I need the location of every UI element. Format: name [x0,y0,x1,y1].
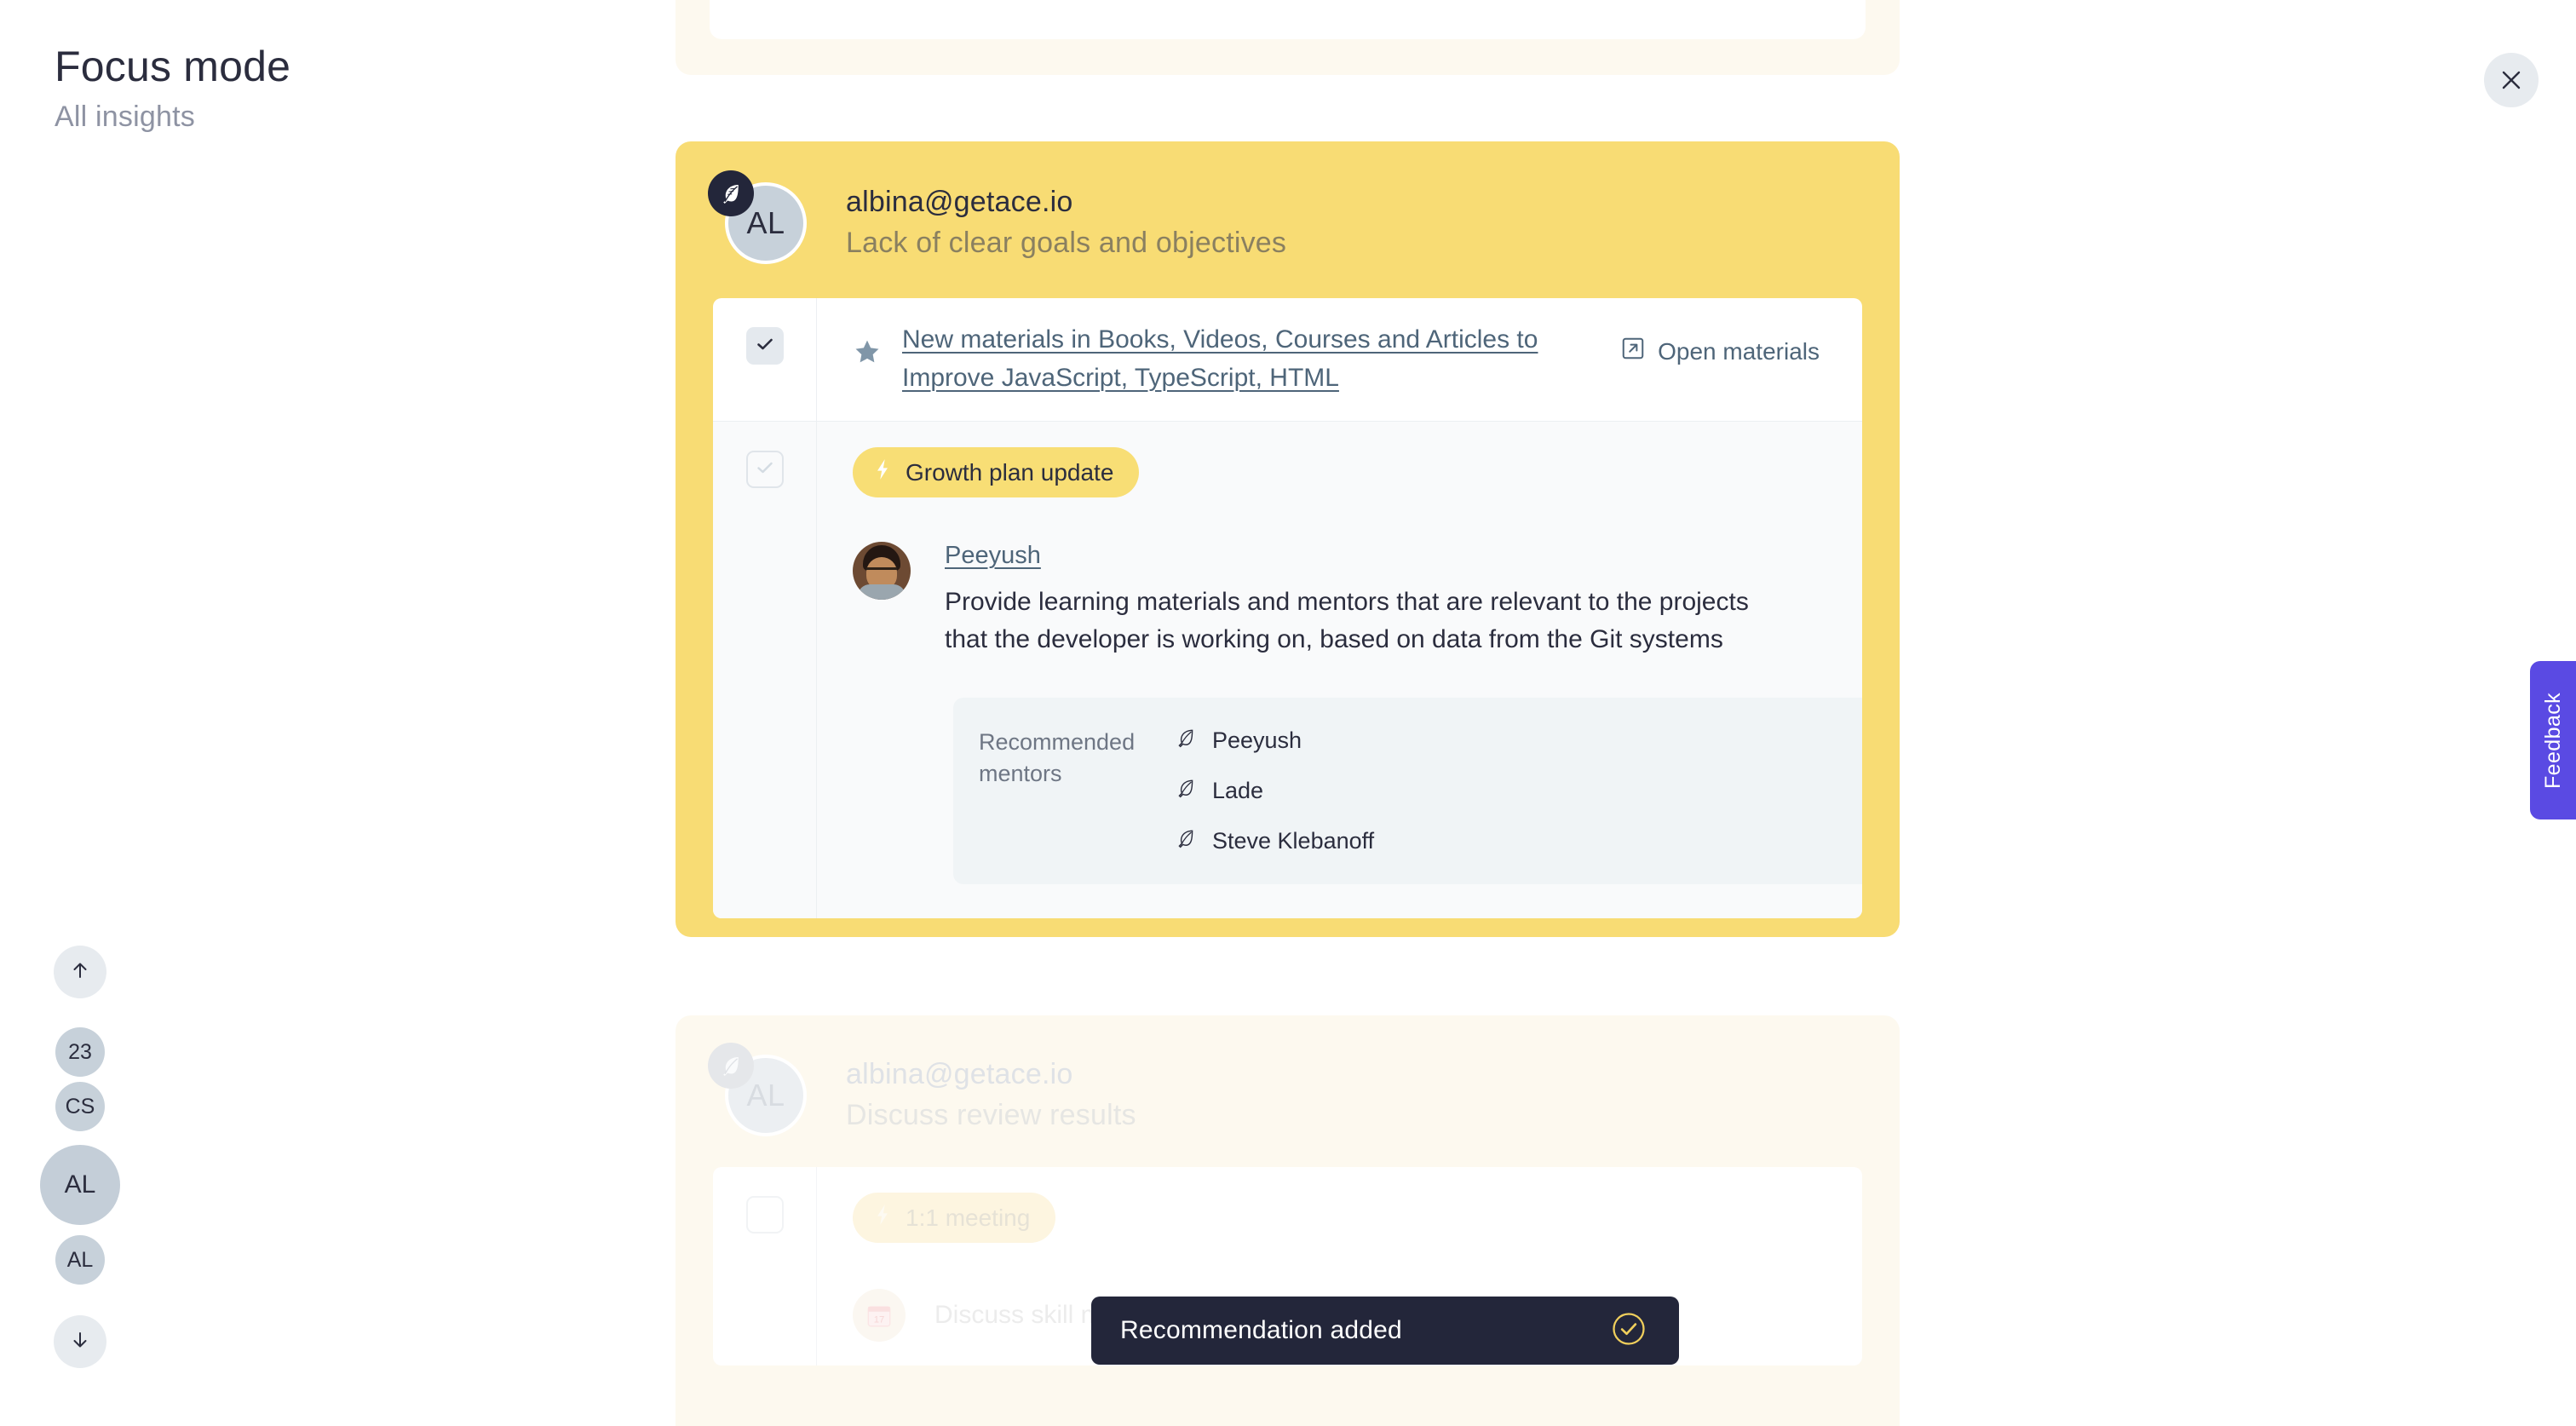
rail-item-cs[interactable]: CS [55,1082,105,1131]
meeting-badge-label: 1:1 meeting [906,1204,1031,1231]
insight-row-materials: New materials in Books, Videos, Courses … [713,298,1862,421]
insight-card-email: albina@getace.io [846,185,1073,218]
rail-item-label: AL [64,1170,96,1199]
active-insight-card[interactable]: AL albina@getace.io Lack of clear goals … [676,141,1900,938]
mentor-name-link[interactable]: Peeyush [945,542,1041,570]
materials-link-group: New materials in Books, Videos, Courses … [846,320,1620,397]
lightning-icon [873,1204,892,1232]
insight-card-body: New materials in Books, Videos, Courses … [713,298,1862,919]
scroll-up-button[interactable] [54,946,106,998]
page-header: Focus mode All insights [55,41,290,135]
next-card-heading: albina@getace.io Discuss review results [846,1055,1136,1136]
recommended-mentors-label: Recommended mentors [979,729,1136,786]
feather-icon [1175,727,1197,755]
recommended-mentor-name: Lade [1212,778,1264,804]
rail-item-label: AL [66,1247,94,1272]
mentor-suggestion-text: Peeyush Provide learning materials and m… [945,542,1797,658]
feather-badge-icon [708,1043,754,1089]
row-checkbox-cell [713,1167,817,1366]
next-row-checkbox[interactable] [745,1196,784,1233]
arrow-up-icon [68,958,92,986]
check-icon [754,457,776,483]
materials-row-content: New materials in Books, Videos, Courses … [817,298,1862,421]
close-button[interactable] [2484,53,2539,107]
row-checkbox-cell [713,298,817,421]
previous-insight-card-partial[interactable] [676,0,1900,75]
growth-plan-badge[interactable]: Growth plan update [853,447,1140,497]
scroll-down-button[interactable] [54,1315,106,1368]
star-icon [853,337,882,371]
check-icon [754,333,776,359]
focus-mode-screen: Focus mode All insights Feedback 23 CS A… [0,0,2576,1426]
next-card-email: albina@getace.io [846,1057,1073,1090]
rail-item-label: 23 [68,1039,92,1064]
recommended-mentor-item[interactable]: Lade [1175,777,1858,805]
open-materials-button[interactable]: Open materials [1620,336,1820,367]
insight-row-growth-plan: Growth plan update Peeyush Provide learn… [713,421,1862,919]
toast-message: Recommendation added [1120,1316,1402,1344]
growth-plan-checkbox[interactable] [745,451,784,488]
feather-icon [1175,777,1197,805]
lightning-icon [873,458,892,486]
open-materials-label: Open materials [1658,337,1820,365]
rail-item-23[interactable]: 23 [55,1027,105,1077]
next-row-item: 17 Discuss skill m [853,1289,1102,1342]
next-row-content: 1:1 meeting 17 Discuss skill m [817,1167,1131,1366]
page-title: Focus mode [55,43,291,90]
insight-navigation-rail: 23 CS AL AL [32,946,128,1368]
mentor-description: Provide learning materials and mentors t… [945,588,1749,654]
feedback-tab-label: Feedback [2540,692,2565,789]
svg-text:17: 17 [874,1315,885,1325]
mentor-suggestion-block: Peeyush Provide learning materials and m… [853,542,1862,658]
materials-checkbox[interactable] [745,327,784,365]
recommended-mentors-list: Peeyush Lade Steve Klebanoff [1175,727,1858,855]
recommended-mentor-item[interactable]: Steve Klebanoff [1175,827,1858,855]
insight-feed: AL albina@getace.io Lack of clear goals … [676,0,1900,1426]
insight-card-heading: albina@getace.io Lack of clear goals and… [846,183,1286,263]
next-row-item-text: Discuss skill m [934,1301,1102,1329]
arrow-down-icon [68,1328,92,1356]
rail-item-al-active[interactable]: AL [40,1145,120,1225]
rail-item-al[interactable]: AL [55,1235,105,1285]
growth-plan-column: Growth plan update Peeyush Provide learn… [846,444,1862,894]
feedback-tab[interactable]: Feedback [2530,661,2576,819]
close-icon [2498,67,2524,93]
feather-badge-icon [708,170,754,216]
growth-plan-row-content: Growth plan update Peeyush Provide learn… [817,422,1862,918]
recommended-mentor-name: Steve Klebanoff [1212,828,1375,854]
avatar: AL [708,170,808,269]
materials-link[interactable]: New materials in Books, Videos, Courses … [902,320,1584,397]
previous-card-body [710,0,1866,39]
next-card-header: AL albina@getace.io Discuss review resul… [676,1015,1900,1167]
success-check-icon [1611,1311,1647,1351]
growth-plan-badge-label: Growth plan update [906,458,1114,486]
row-checkbox-cell [713,422,817,919]
calendar-icon: 17 [853,1289,906,1342]
external-link-icon [1620,336,1646,367]
feather-icon [1175,827,1197,855]
recommended-mentor-item[interactable]: Peeyush [1175,727,1858,755]
meeting-badge[interactable]: 1:1 meeting [853,1193,1056,1243]
rail-item-label: CS [65,1094,95,1118]
recommended-mentors-box: Recommended mentors Peeyush Lade Steve K… [953,698,1862,885]
recommended-mentor-name: Peeyush [1212,727,1302,754]
toast-notification: Recommendation added [1091,1297,1679,1365]
insight-card-topic: Lack of clear goals and objectives [846,227,1287,260]
page-subtitle: All insights [55,101,195,133]
avatar: AL [708,1043,808,1141]
next-card-topic: Discuss review results [846,1099,1136,1132]
insight-card-header: AL albina@getace.io Lack of clear goals … [676,141,1900,298]
mentor-avatar-photo [853,542,911,600]
